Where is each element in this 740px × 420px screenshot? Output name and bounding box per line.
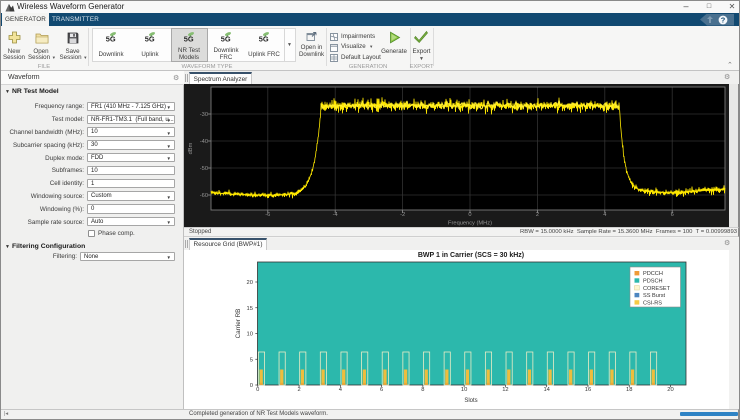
svg-text:-6: -6 bbox=[265, 212, 270, 218]
svg-text:10: 10 bbox=[247, 332, 253, 338]
svg-text:-40: -40 bbox=[200, 139, 208, 145]
svg-text:5G: 5G bbox=[145, 35, 155, 44]
svg-text:16: 16 bbox=[585, 387, 591, 393]
svg-text:20: 20 bbox=[247, 280, 253, 286]
svg-text:12: 12 bbox=[502, 387, 508, 393]
svg-text:20: 20 bbox=[667, 387, 673, 393]
svg-text:6: 6 bbox=[380, 387, 383, 393]
svg-text:Carrier RB: Carrier RB bbox=[235, 309, 242, 339]
svg-text:-50: -50 bbox=[200, 166, 208, 172]
svg-text:CORESET: CORESET bbox=[643, 286, 671, 292]
svg-text:Slots: Slots bbox=[464, 398, 477, 404]
svg-text:0: 0 bbox=[250, 383, 253, 389]
svg-text:5: 5 bbox=[250, 357, 253, 363]
svg-text:5G: 5G bbox=[221, 35, 231, 44]
svg-text:8: 8 bbox=[421, 387, 424, 393]
svg-text:-60: -60 bbox=[200, 193, 208, 199]
svg-text:0: 0 bbox=[256, 387, 259, 393]
svg-text:-2: -2 bbox=[400, 212, 405, 218]
svg-text:SS Burst: SS Burst bbox=[643, 293, 666, 299]
svg-text:5G: 5G bbox=[106, 35, 116, 44]
svg-text:10: 10 bbox=[461, 387, 467, 393]
svg-text:dBm: dBm bbox=[188, 142, 194, 154]
svg-text:-30: -30 bbox=[200, 112, 208, 118]
svg-text:14: 14 bbox=[543, 387, 550, 393]
svg-text:PDCCH: PDCCH bbox=[643, 271, 663, 277]
svg-text:5G: 5G bbox=[184, 35, 194, 44]
svg-text:0: 0 bbox=[468, 212, 471, 218]
svg-text:18: 18 bbox=[626, 387, 632, 393]
svg-text:6: 6 bbox=[671, 212, 674, 218]
svg-text:PDSCH: PDSCH bbox=[643, 279, 663, 285]
svg-text:?: ? bbox=[721, 15, 726, 24]
svg-text:Frequency (MHz): Frequency (MHz) bbox=[448, 221, 492, 227]
svg-text:5G: 5G bbox=[259, 35, 269, 44]
svg-text:4: 4 bbox=[603, 212, 606, 218]
svg-text:BWP 1 in Carrier (SCS = 30 kHz: BWP 1 in Carrier (SCS = 30 kHz) bbox=[418, 252, 524, 259]
svg-text:2: 2 bbox=[536, 212, 539, 218]
svg-text:2: 2 bbox=[297, 387, 300, 393]
svg-text:-4: -4 bbox=[333, 212, 338, 218]
svg-text:15: 15 bbox=[247, 306, 253, 312]
svg-text:CSI-RS: CSI-RS bbox=[643, 300, 662, 306]
